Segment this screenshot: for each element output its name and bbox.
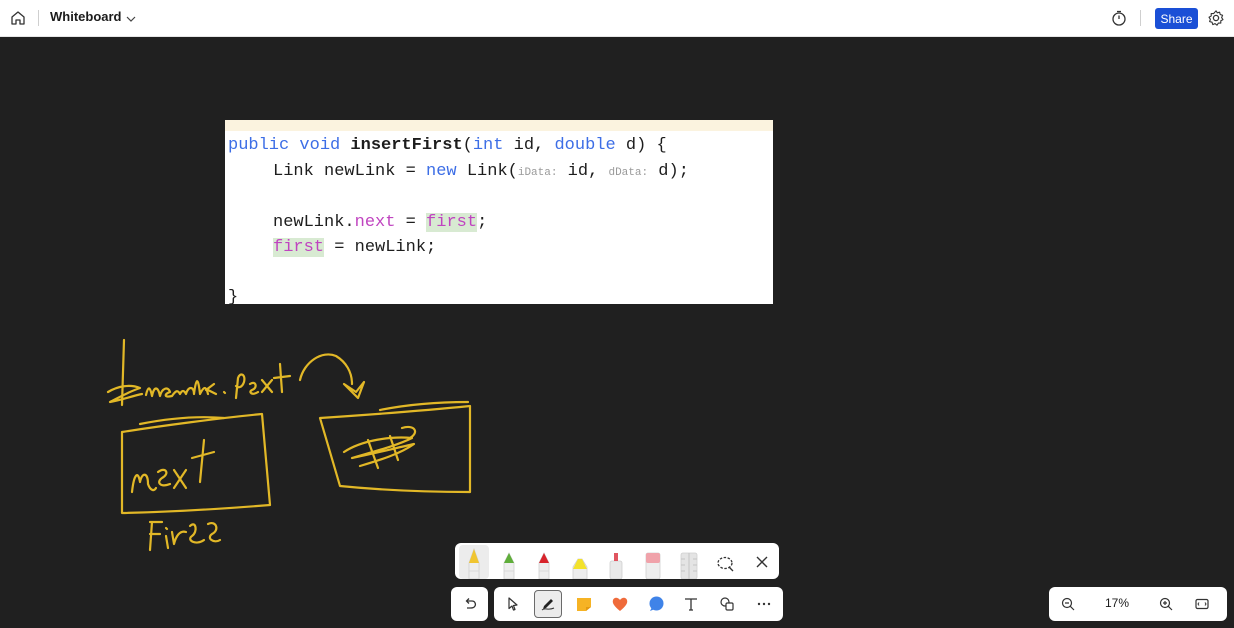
zoom-level[interactable]: 17% — [1097, 596, 1137, 610]
undo-button[interactable] — [451, 587, 488, 621]
top-bar: Whiteboard Share — [0, 0, 1234, 37]
share-button[interactable]: Share — [1155, 8, 1198, 29]
board-title[interactable]: Whiteboard — [50, 9, 122, 24]
divider — [1140, 10, 1141, 26]
highlighter-yellow-icon[interactable] — [565, 545, 595, 580]
pen-red-icon[interactable] — [529, 545, 559, 580]
undo-icon — [465, 598, 476, 609]
sticky-note-icon[interactable] — [570, 590, 598, 618]
text-tool-icon[interactable] — [677, 590, 705, 618]
eraser-red-tip-icon[interactable] — [601, 545, 631, 580]
chevron-down-icon[interactable] — [125, 12, 137, 24]
close-icon[interactable] — [747, 545, 777, 579]
timer-icon[interactable] — [1110, 9, 1128, 27]
home-icon[interactable] — [9, 9, 27, 27]
eraser-pink-icon[interactable] — [638, 545, 668, 580]
pen-tool-icon[interactable] — [534, 590, 562, 618]
comment-icon[interactable] — [642, 590, 670, 618]
gear-icon[interactable] — [1207, 9, 1225, 27]
lasso-select-icon[interactable] — [711, 545, 741, 579]
ruler-icon[interactable] — [674, 545, 704, 580]
pen-green-icon[interactable] — [494, 545, 524, 580]
heart-reaction-icon[interactable] — [606, 590, 634, 618]
pencil-yellow-icon[interactable] — [459, 545, 489, 580]
shapes-icon[interactable] — [713, 590, 741, 618]
zoom-out-icon[interactable] — [1054, 590, 1082, 618]
zoom-in-icon[interactable] — [1152, 590, 1180, 618]
fit-to-screen-icon[interactable] — [1188, 590, 1216, 618]
ink-drawing[interactable] — [0, 36, 1234, 628]
pen-palette — [455, 543, 779, 580]
more-options-icon[interactable] — [750, 590, 778, 618]
divider — [38, 10, 39, 26]
toolbar — [494, 587, 783, 621]
zoom-controls: 17% — [1049, 587, 1227, 621]
select-tool-icon[interactable] — [499, 590, 527, 618]
